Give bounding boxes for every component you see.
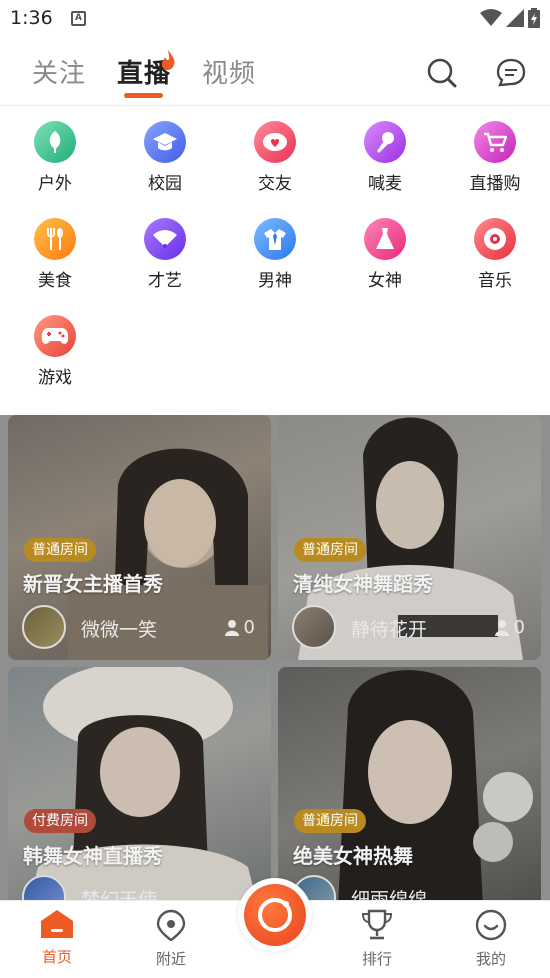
dress-icon [364,218,406,260]
location-pin-icon [156,909,186,942]
category-male-idol[interactable]: 男神 [220,218,330,291]
category-female-idol[interactable]: 女神 [330,218,440,291]
streamer-name: 微微一笑 [81,619,158,641]
graduation-cap-icon [144,121,186,163]
nav-profile[interactable]: 我的 [456,909,526,969]
room-title: 韩舞女神直播秀 [23,844,163,868]
viewer-count: 0 [224,617,255,638]
tab-follow[interactable]: 关注 [32,53,86,90]
nav-label: 附近 [155,950,186,968]
system-icons [480,8,540,28]
category-label: 美食 [38,271,72,291]
category-label: 户外 [38,174,72,194]
room-card[interactable]: 普通房间 新晋女主播首秀 微微一笑 0 [8,415,271,660]
room-type-tag: 普通房间 [24,538,96,562]
streamer-name: 细雨绵绵 [351,889,428,900]
camera-live-icon [244,884,306,946]
live-room-feed: 普通房间 新晋女主播首秀 微微一笑 0 普通房间 清纯女神舞蹈秀 静待花开 0 … [0,415,550,900]
start-live-button[interactable] [238,878,312,952]
room-card[interactable]: 普通房间 绝美女神热舞 细雨绵绵 [278,667,541,900]
category-food[interactable]: 美食 [0,218,110,291]
nav-label: 排行 [361,950,392,968]
fork-spoon-icon [34,218,76,260]
gamepad-icon [34,315,76,357]
streamer-name: 梦幻天使 [81,889,158,900]
room-title: 新晋女主播首秀 [23,572,163,596]
category-label: 才艺 [148,271,182,291]
shirt-icon [254,218,296,260]
home-icon [41,910,73,938]
battery-icon [528,8,540,28]
category-games[interactable]: 游戏 [0,315,110,388]
category-campus[interactable]: 校园 [110,121,220,194]
category-label: 喊麦 [368,174,402,194]
room-title: 清纯女神舞蹈秀 [293,572,433,596]
nav-label: 我的 [475,950,506,968]
category-music[interactable]: 音乐 [440,218,550,291]
category-label: 男神 [258,271,292,291]
nav-ranking[interactable]: 排行 [342,909,412,969]
nav-home[interactable]: 首页 [22,909,92,967]
viewer-count-value: 0 [243,617,255,638]
active-tab-indicator [124,93,163,98]
flame-icon [161,50,175,71]
category-label: 校园 [148,174,182,194]
signal-icon [506,9,524,27]
streamer-name: 静待花开 [351,619,428,641]
category-label: 女神 [368,271,402,291]
microphone-icon [364,121,406,163]
viewer-count-value: 0 [513,617,525,638]
trophy-icon [361,909,393,940]
tab-video[interactable]: 视频 [202,53,256,90]
fan-icon [144,218,186,260]
profile-icon [475,909,507,941]
leaf-icon [34,121,76,163]
category-label: 音乐 [478,271,512,291]
viewer-icon [494,619,509,636]
category-outdoor[interactable]: 户外 [0,121,110,194]
room-type-tag: 普通房间 [294,538,366,562]
status-time: 1:36 [10,7,53,29]
cart-icon [474,121,516,163]
category-label: 直播购 [469,174,521,194]
category-talent[interactable]: 才艺 [110,218,220,291]
streamer-avatar [22,605,66,649]
room-type-tag: 普通房间 [294,809,366,833]
viewer-icon [224,619,239,636]
room-card[interactable]: 普通房间 清纯女神舞蹈秀 静待花开 0 [278,415,541,660]
top-tab-bar: 关注 直播 视频 [0,36,550,106]
room-type-tag: 付费房间 [24,809,96,833]
notification-icon: A [71,11,86,26]
nav-label: 首页 [41,948,72,966]
category-mc[interactable]: 喊麦 [330,121,440,194]
search-icon[interactable] [427,58,457,88]
category-label: 游戏 [38,368,72,388]
category-live-shopping[interactable]: 直播购 [440,121,550,194]
room-card[interactable]: 付费房间 韩舞女神直播秀 梦幻天使 [8,667,271,900]
streamer-avatar [292,605,336,649]
heart-chat-icon [254,121,296,163]
wifi-icon [480,9,502,26]
category-dating[interactable]: 交友 [220,121,330,194]
viewer-count: 0 [494,617,525,638]
room-title: 绝美女神热舞 [293,844,413,868]
nav-nearby[interactable]: 附近 [136,909,206,969]
vinyl-icon [474,218,516,260]
category-label: 交友 [258,174,292,194]
message-icon[interactable] [496,58,526,88]
status-bar: 1:36 A [0,0,550,36]
category-panel: 户外 校园 交友 喊麦 直播购 美食 才艺 男神 女神 音乐 游戏 [0,107,550,415]
